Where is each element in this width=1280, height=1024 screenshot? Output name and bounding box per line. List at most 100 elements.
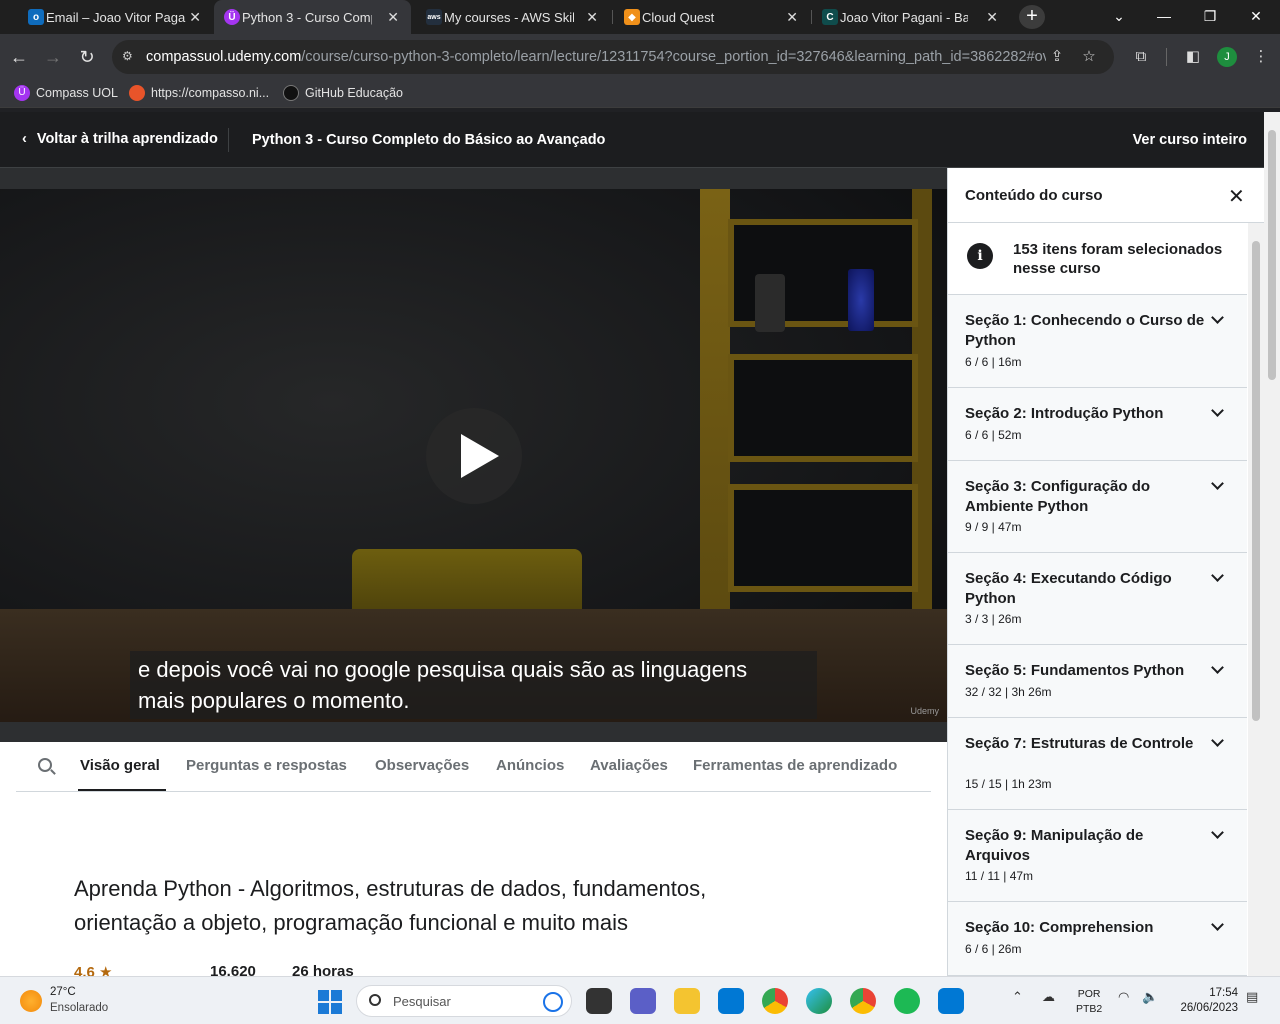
chevron-down-icon [1211, 404, 1224, 417]
bookmark-github[interactable]: GitHub Educação [283, 85, 403, 101]
browser-tab-strip: o Email – Joao Vitor Pagani ✕ Ü Python 3… [0, 0, 1280, 34]
vscode-icon[interactable] [938, 988, 964, 1014]
section-5[interactable]: Seção 5: Fundamentos Python 32 / 32 | 3h… [948, 645, 1247, 718]
page-scroll-thumb[interactable] [1268, 130, 1276, 380]
section-3[interactable]: Seção 3: Configuração do Ambiente Python… [948, 461, 1247, 553]
tab-announcements[interactable]: Anúncios [496, 757, 564, 774]
tab-overview[interactable]: Visão geral [80, 757, 160, 774]
back-arrow-icon[interactable]: ← [6, 44, 32, 70]
tab-title: Joao Vitor Pagani - Badges [840, 9, 968, 25]
sidebar-title: Conteúdo do curso [965, 187, 1103, 204]
sidebar-scroll-thumb[interactable] [1252, 241, 1260, 721]
tab-learning-tools[interactable]: Ferramentas de aprendizado [693, 757, 897, 774]
menu-kebab-icon[interactable]: ⋮ [1250, 46, 1272, 68]
chrome-profile-icon[interactable] [850, 988, 876, 1014]
tab-email[interactable]: o Email – Joao Vitor Pagani ✕ [18, 0, 213, 34]
chevron-down-icon [1211, 477, 1224, 490]
task-view-icon[interactable] [586, 988, 612, 1014]
view-full-course-link[interactable]: Ver curso inteiro [1133, 132, 1247, 148]
bing-icon[interactable] [543, 992, 563, 1012]
close-tab-icon[interactable]: ✕ [586, 9, 598, 26]
close-tab-icon[interactable]: ✕ [387, 9, 399, 26]
section-4[interactable]: Seção 4: Executando Código Python 3 / 3 … [948, 553, 1247, 645]
spotify-icon[interactable] [894, 988, 920, 1014]
search-placeholder: Pesquisar [393, 994, 451, 1009]
chevron-down-icon [1211, 734, 1224, 747]
caption-line: mais populares o momento. [138, 688, 410, 713]
profile-avatar[interactable]: J [1217, 47, 1237, 67]
tab-reviews[interactable]: Avaliações [590, 757, 668, 774]
content-tabs: Visão geral Perguntas e respostas Observ… [16, 742, 931, 792]
sidebar-scrollbar[interactable] [1248, 223, 1264, 976]
wifi-icon[interactable]: ◠ [1118, 989, 1129, 1005]
selection-info: i 153 itens foram selecionados nesse cur… [948, 223, 1247, 295]
minimize-button[interactable]: — [1141, 0, 1187, 34]
clock[interactable]: 17:54 26/06/2023 [1172, 986, 1238, 1016]
edge-icon[interactable] [806, 988, 832, 1014]
notification-icon[interactable]: ▤ [1246, 989, 1258, 1005]
weather-condition[interactable]: Ensolarado [50, 1002, 108, 1014]
course-title: Python 3 - Curso Completo do Básico ao A… [252, 132, 606, 148]
share-icon[interactable]: ⇪ [1048, 48, 1066, 66]
chevron-down-icon [1211, 918, 1224, 931]
section-meta: 9 / 9 | 47m [965, 520, 1022, 534]
close-window-button[interactable]: ✕ [1233, 0, 1279, 34]
close-icon[interactable]: ✕ [1228, 184, 1245, 209]
reload-icon[interactable]: ↻ [74, 44, 100, 70]
address-bar[interactable]: ⚙ compassuol.udemy.com/course/curso-pyth… [112, 40, 1114, 74]
section-title: Seção 2: Introdução Python [965, 405, 1164, 422]
tab-python-course[interactable]: Ü Python 3 - Curso Completo ✕ [214, 0, 411, 34]
video-caption: e depois você vai no google pesquisa qua… [130, 651, 817, 719]
close-tab-icon[interactable]: ✕ [189, 9, 201, 26]
section-9[interactable]: Seção 9: Manipulação de Arquivos 11 / 11… [948, 810, 1247, 902]
bookmark-compass-uol[interactable]: Ü Compass UOL [14, 85, 118, 101]
header-divider [228, 128, 229, 152]
tab-search-chevron-icon[interactable]: ⌄ [1096, 0, 1142, 34]
back-to-path-link[interactable]: ‹ Voltar à trilha aprendizado [22, 131, 218, 147]
sun-icon[interactable] [20, 990, 42, 1012]
tab-title: My courses - AWS Skill Builder [444, 9, 574, 25]
site-info-icon[interactable]: ⚙ [122, 49, 138, 65]
tab-aws[interactable]: aws My courses - AWS Skill Builder ✕ [416, 0, 610, 34]
new-tab-button[interactable]: + [1019, 5, 1045, 29]
play-button[interactable] [426, 408, 522, 504]
windows-taskbar: 27°C Ensolarado Pesquisar ⌃ ☁ POR PTB2 ◠… [0, 976, 1280, 1024]
section-7[interactable]: Seção 7: Estruturas de Controle 15 / 15 … [948, 718, 1247, 810]
language-indicator[interactable]: POR PTB2 [1076, 987, 1102, 1017]
windows-start-icon[interactable] [318, 990, 342, 1014]
tab-notes[interactable]: Observações [375, 757, 469, 774]
section-10[interactable]: Seção 10: Comprehension 6 / 6 | 26m [948, 902, 1247, 976]
tab-separator [612, 10, 613, 24]
section-meta: 11 / 11 | 47m [965, 869, 1034, 883]
teams-icon[interactable] [630, 988, 656, 1014]
tab-cloud-quest[interactable]: ◆ Cloud Quest ✕ [614, 0, 810, 34]
close-tab-icon[interactable]: ✕ [986, 9, 998, 26]
weather-temp[interactable]: 27°C [50, 986, 76, 998]
file-explorer-icon[interactable] [674, 988, 700, 1014]
chevron-up-icon[interactable]: ⌃ [1012, 989, 1023, 1005]
chrome-icon[interactable] [762, 988, 788, 1014]
url-text[interactable]: compassuol.udemy.com/course/curso-python… [146, 49, 1046, 65]
tab-badges[interactable]: C Joao Vitor Pagani - Badges ✕ [812, 0, 1010, 34]
side-panel-icon[interactable]: ◧ [1182, 46, 1204, 68]
store-icon[interactable] [718, 988, 744, 1014]
section-2[interactable]: Seção 2: Introdução Python 6 / 6 | 52m [948, 388, 1247, 461]
lang-secondary: PTB2 [1076, 1003, 1103, 1015]
video-frame[interactable]: e depois você vai no google pesquisa qua… [0, 189, 947, 722]
search-icon[interactable] [38, 758, 52, 772]
extensions-icon[interactable]: ⧉ [1130, 46, 1152, 68]
section-title: Seção 10: Comprehension [965, 919, 1154, 936]
volume-icon[interactable]: 🔈 [1142, 989, 1158, 1005]
forward-arrow-icon[interactable]: → [40, 44, 66, 70]
browser-toolbar: ← → ↻ ⚙ compassuol.udemy.com/course/curs… [0, 34, 1280, 80]
tab-questions[interactable]: Perguntas e respostas [186, 757, 347, 774]
bookmark-compasso[interactable]: https://compasso.ni... [129, 85, 269, 101]
page-scrollbar[interactable] [1264, 112, 1280, 976]
maximize-button[interactable]: ❐ [1187, 0, 1233, 34]
bookmark-star-icon[interactable]: ☆ [1080, 48, 1098, 66]
section-1[interactable]: Seção 1: Conhecendo o Curso de Python 6 … [948, 295, 1247, 388]
close-tab-icon[interactable]: ✕ [786, 9, 798, 26]
taskbar-search[interactable]: Pesquisar [356, 985, 572, 1017]
cloud-icon[interactable]: ☁ [1042, 989, 1055, 1005]
lang-primary: POR [1077, 988, 1101, 1000]
